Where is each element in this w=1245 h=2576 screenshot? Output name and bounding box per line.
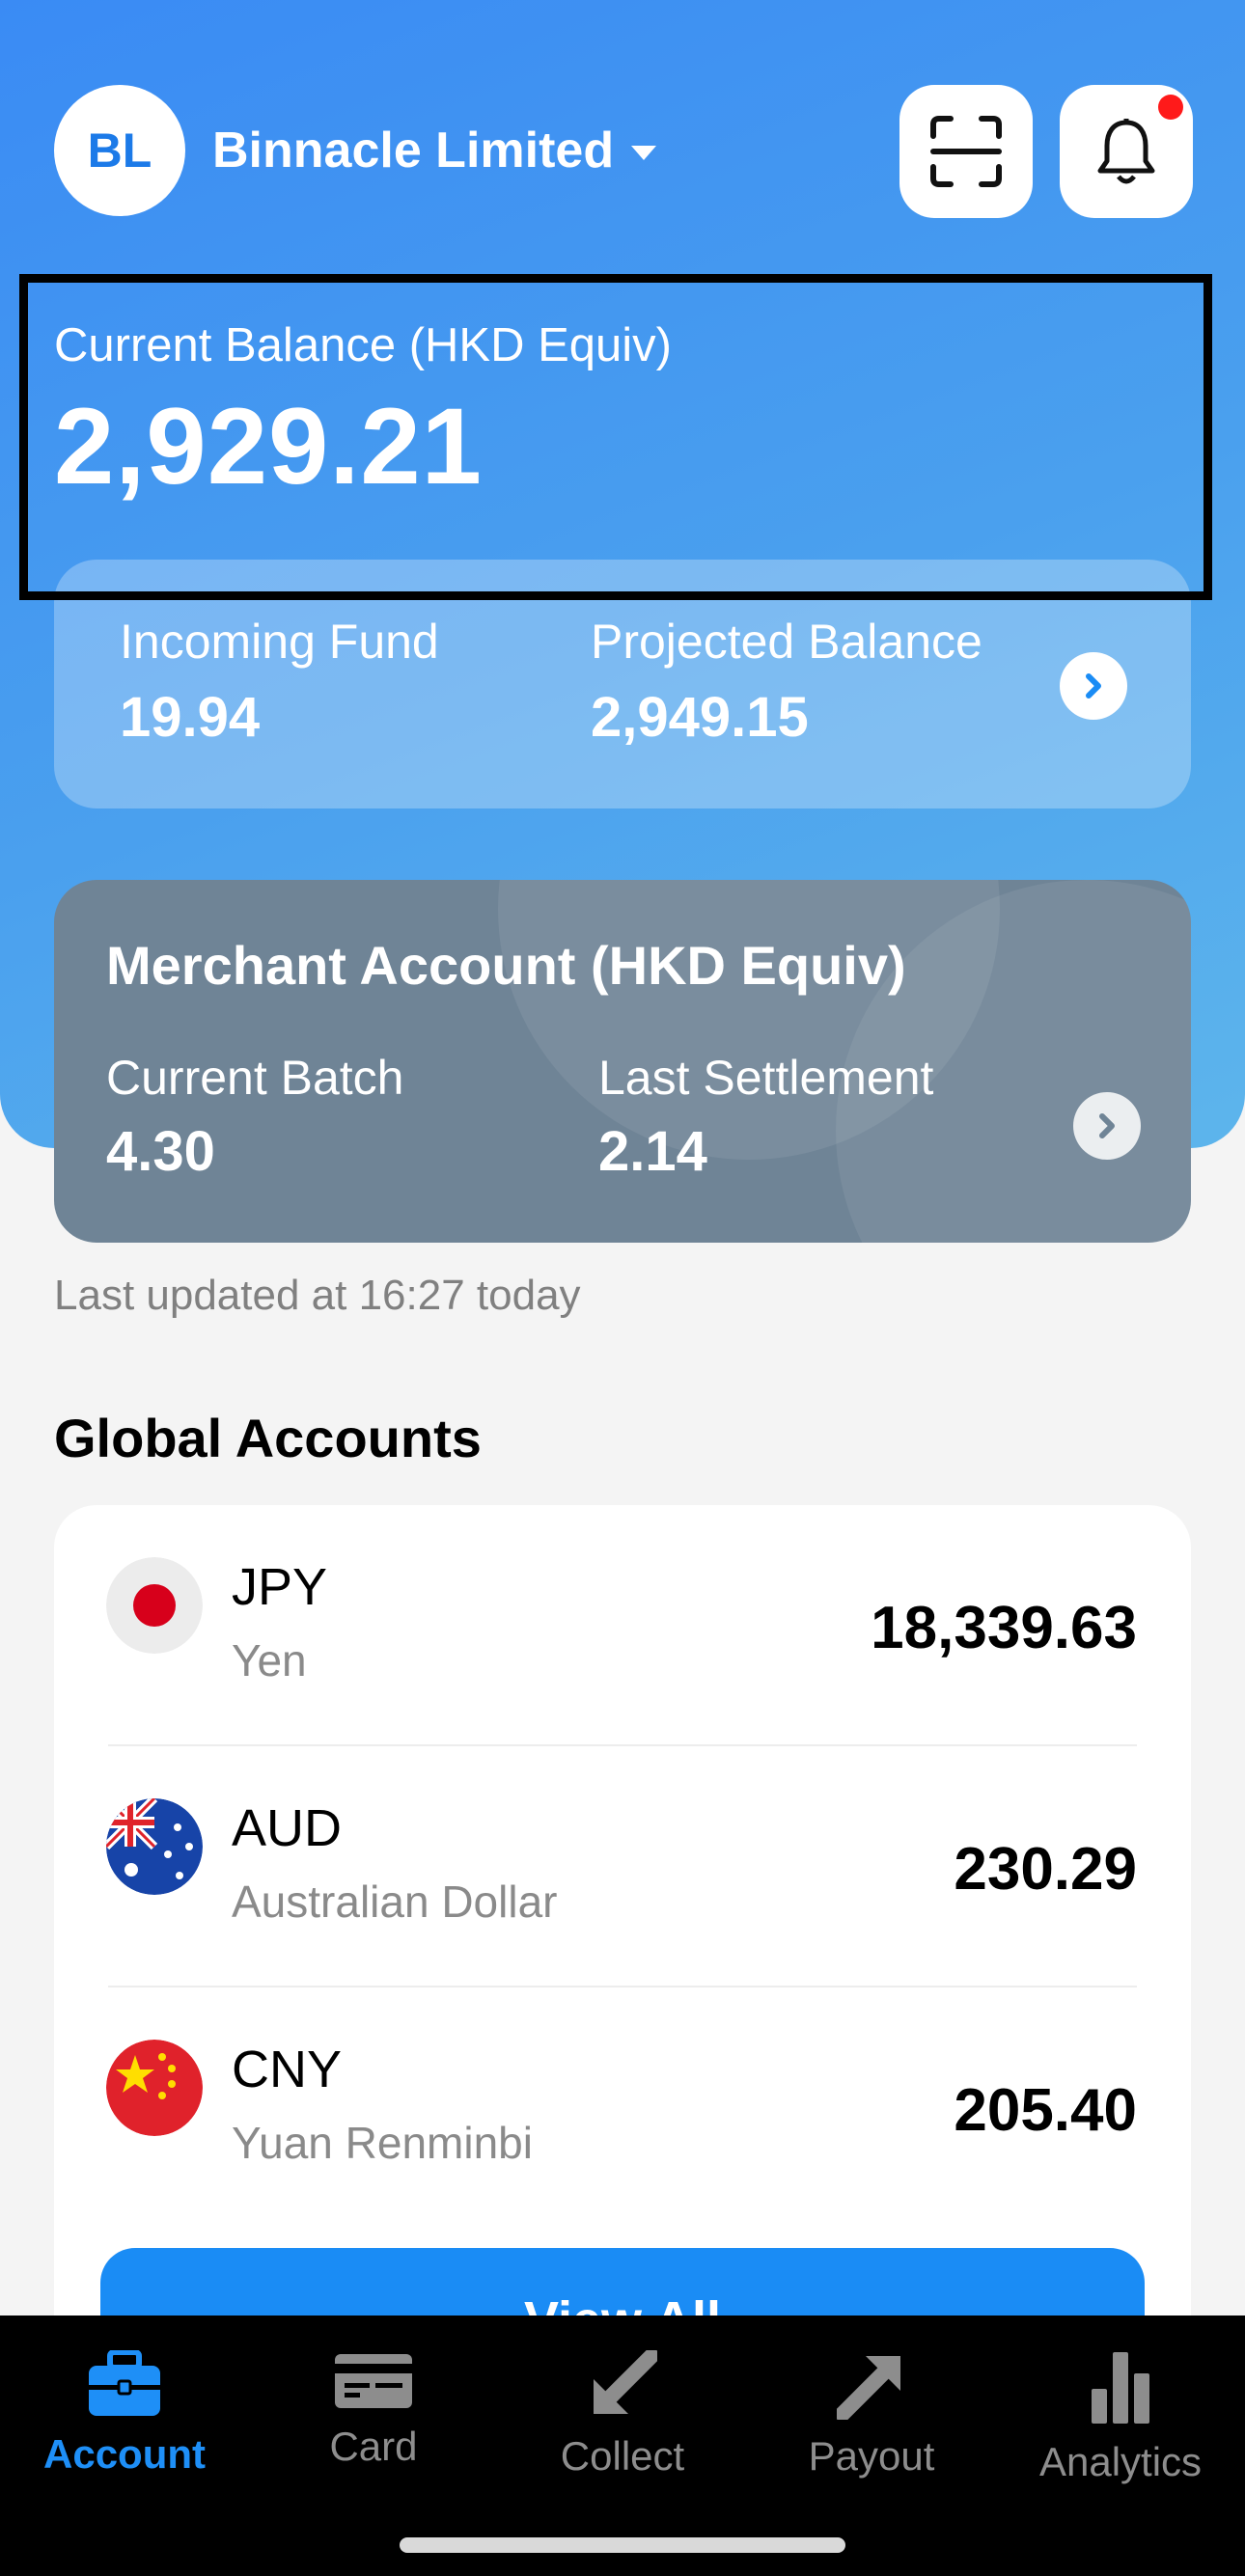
account-code: JPY <box>232 1558 328 1616</box>
merchant-account-card[interactable]: Merchant Account (HKD Equiv) Current Bat… <box>54 880 1191 1243</box>
incoming-fund-label: Incoming Fund <box>120 615 439 669</box>
chevron-right-icon <box>1099 1113 1115 1138</box>
australia-flag-icon <box>106 1798 203 1895</box>
incoming-fund: Incoming Fund 19.94 <box>120 614 439 750</box>
tab-label: Analytics <box>1038 2439 1203 2484</box>
account-row-aud[interactable]: AUD Australian Dollar 230.29 <box>54 1746 1191 1987</box>
tab-label: Card <box>329 2424 418 2469</box>
funds-detail-button[interactable] <box>1060 652 1127 720</box>
company-switcher[interactable]: Binnacle Limited <box>212 122 657 179</box>
projected-balance-label: Projected Balance <box>591 615 982 669</box>
payout-arrow-icon <box>837 2356 900 2420</box>
tab-card[interactable]: Card <box>249 2350 498 2470</box>
tab-label: Account <box>43 2431 206 2477</box>
tab-account[interactable]: Account <box>0 2350 249 2478</box>
account-currency-name: Yuan Renminbi <box>232 2118 533 2168</box>
tab-label: Collect <box>560 2433 685 2479</box>
scan-icon <box>930 116 1002 187</box>
scan-button[interactable] <box>899 85 1033 218</box>
card-icon <box>335 2354 412 2408</box>
global-accounts-title: Global Accounts <box>54 1408 482 1468</box>
company-avatar[interactable]: BL <box>54 85 185 216</box>
account-code: AUD <box>232 1799 343 1857</box>
collect-arrow-icon <box>594 2350 657 2414</box>
company-name: Binnacle Limited <box>212 123 615 178</box>
current-batch-label: Current Batch <box>106 1051 404 1105</box>
merchant-account-title: Merchant Account (HKD Equiv) <box>106 935 906 996</box>
briefcase-icon <box>89 2350 160 2416</box>
last-settlement-label: Last Settlement <box>598 1051 934 1105</box>
tab-label: Payout <box>808 2433 935 2479</box>
home-indicator[interactable] <box>400 2537 845 2553</box>
last-updated-text: Last updated at 16:27 today <box>54 1272 581 1319</box>
tab-analytics[interactable]: Analytics <box>996 2350 1245 2485</box>
account-currency-name: Yen <box>232 1635 307 1685</box>
bell-icon <box>1097 119 1155 184</box>
projected-balance-value: 2,949.15 <box>591 686 809 749</box>
account-code: CNY <box>232 2041 343 2098</box>
notification-dot <box>1158 95 1183 120</box>
account-row-cny[interactable]: CNY Yuan Renminbi 205.40 <box>54 1987 1191 2229</box>
analytics-icon <box>1092 2352 1149 2424</box>
chevron-right-icon <box>1086 673 1101 699</box>
notifications-button[interactable] <box>1060 85 1193 218</box>
tab-payout[interactable]: Payout <box>747 2350 996 2480</box>
tab-collect[interactable]: Collect <box>498 2350 747 2480</box>
current-batch: Current Batch 4.30 <box>106 1050 403 1184</box>
account-amount: 205.40 <box>954 2077 1137 2144</box>
merchant-detail-button[interactable] <box>1073 1092 1141 1160</box>
global-accounts-list: JPY Yen 18,339.63 AUD Australian Dollar … <box>54 1505 1191 2373</box>
incoming-fund-value: 19.94 <box>120 686 261 749</box>
last-settlement-value: 2.14 <box>598 1120 707 1183</box>
account-amount: 18,339.63 <box>871 1595 1137 1661</box>
account-row-jpy[interactable]: JPY Yen 18,339.63 <box>54 1505 1191 1746</box>
current-batch-value: 4.30 <box>106 1120 215 1183</box>
caret-down-icon <box>631 145 657 160</box>
japan-flag-icon <box>106 1557 203 1654</box>
highlight-box <box>19 274 1212 600</box>
account-amount: 230.29 <box>954 1836 1137 1903</box>
china-flag-icon <box>106 2040 203 2136</box>
projected-balance: Projected Balance 2,949.15 <box>591 614 982 750</box>
account-currency-name: Australian Dollar <box>232 1877 558 1927</box>
last-settlement: Last Settlement 2.14 <box>598 1050 933 1184</box>
